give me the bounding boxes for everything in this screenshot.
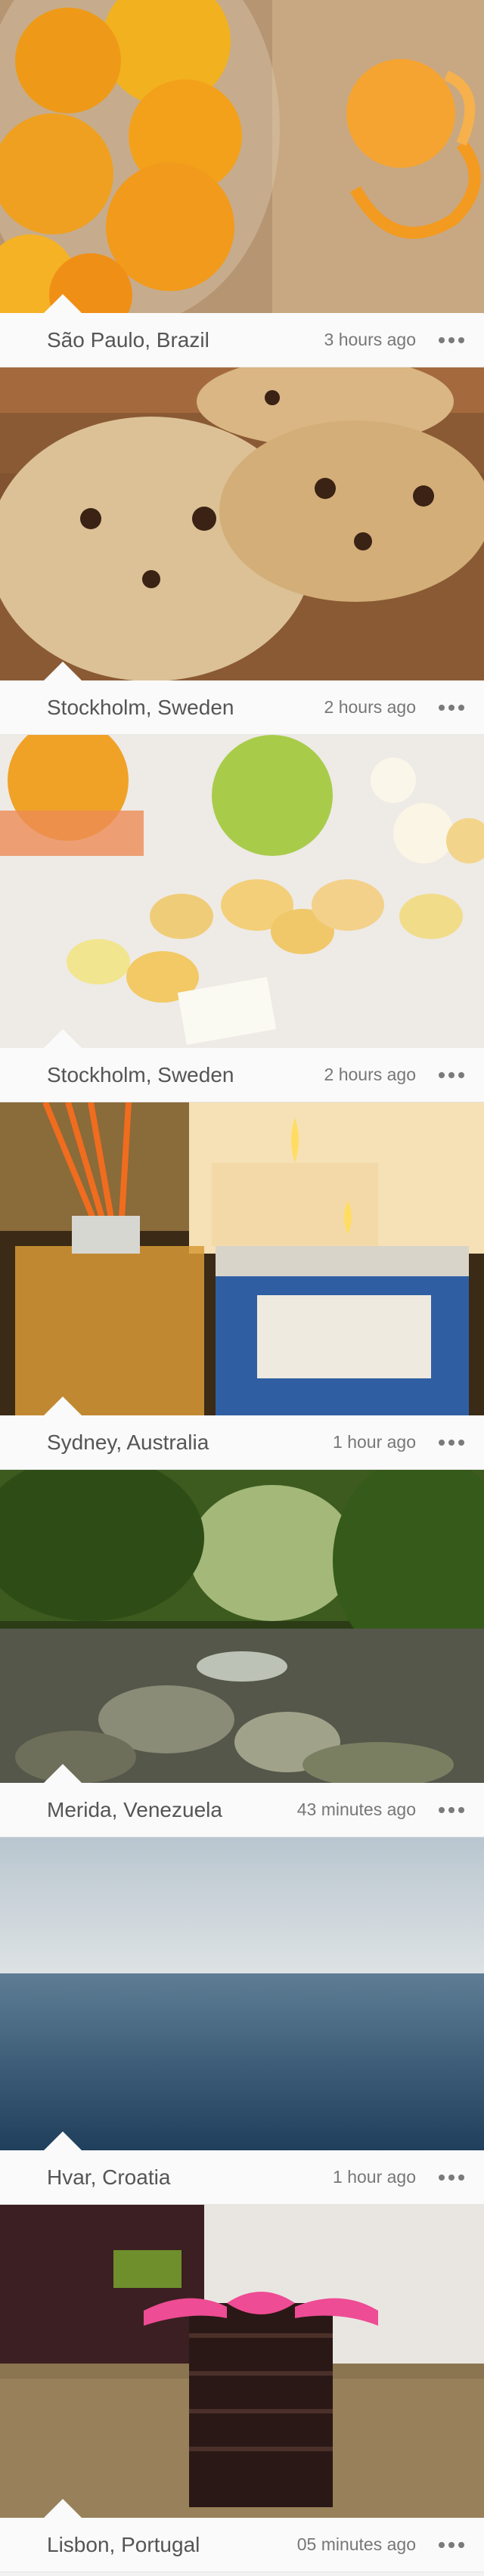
photo-notch <box>43 294 82 313</box>
post-time: 05 minutes ago <box>296 2534 416 2554</box>
post-meta-bar: Merida, Venezuela 43 minutes ago <box>0 1783 484 1837</box>
photo-notch <box>43 2131 82 2150</box>
feed-post: Merida, Venezuela 43 minutes ago <box>0 1470 484 1837</box>
more-dots-icon[interactable] <box>439 336 464 343</box>
photo-notch <box>43 662 82 680</box>
post-photo[interactable] <box>0 1102 484 1415</box>
post-location[interactable]: Lisbon, Portugal <box>47 2533 297 2557</box>
post-time: 43 minutes ago <box>296 1799 416 1819</box>
post-meta-bar: Sydney, Australia 1 hour ago <box>0 1415 484 1470</box>
post-meta-bar: São Paulo, Brazil 3 hours ago <box>0 313 484 367</box>
post-time: 1 hour ago <box>333 2167 416 2187</box>
post-photo[interactable] <box>0 1837 484 2150</box>
post-meta-bar: Lisbon, Portugal 05 minutes ago <box>0 2518 484 2572</box>
photo-notch <box>43 1029 82 1048</box>
more-dots-icon[interactable] <box>439 1806 464 1813</box>
post-location[interactable]: Sydney, Australia <box>47 1431 333 1455</box>
more-dots-icon[interactable] <box>439 1439 464 1446</box>
post-time: 2 hours ago <box>324 1065 416 1084</box>
candles-photo <box>0 735 484 1048</box>
post-meta-bar: Stockholm, Sweden 2 hours ago <box>0 680 484 735</box>
post-photo[interactable] <box>0 2205 484 2518</box>
more-dots-icon[interactable] <box>439 704 464 711</box>
feed-post: Stockholm, Sweden 2 hours ago <box>0 735 484 1102</box>
post-photo[interactable] <box>0 0 484 313</box>
feed-post: Hvar, Croatia 1 hour ago <box>0 1837 484 2205</box>
photo-feed: São Paulo, Brazil 3 hours ago Stockholm,… <box>0 0 484 2576</box>
post-meta-bar: Hvar, Croatia 1 hour ago <box>0 2150 484 2205</box>
diffuser-candle-photo <box>0 1102 484 1415</box>
more-dots-icon[interactable] <box>439 1071 464 1078</box>
feed-post: São Paulo, Brazil 3 hours ago <box>0 0 484 367</box>
post-photo[interactable] <box>0 735 484 1048</box>
post-meta-bar: Stockholm, Sweden 2 hours ago <box>0 1048 484 1102</box>
sea-horizon-photo <box>0 1837 484 2150</box>
post-photo[interactable] <box>0 1470 484 1783</box>
photo-notch <box>43 1764 82 1783</box>
photo-notch <box>43 1396 82 1415</box>
post-location[interactable]: São Paulo, Brazil <box>47 328 324 352</box>
post-photo[interactable] <box>0 367 484 680</box>
post-time: 2 hours ago <box>324 697 416 717</box>
feed-post: Stockholm, Sweden 2 hours ago <box>0 367 484 735</box>
post-location[interactable]: Stockholm, Sweden <box>47 696 324 720</box>
photo-notch <box>43 2499 82 2518</box>
jungle-stream-photo <box>0 1470 484 1783</box>
post-time: 3 hours ago <box>324 330 416 349</box>
cookies-photo <box>0 367 484 680</box>
more-dots-icon[interactable] <box>439 2174 464 2181</box>
feed-post: Sydney, Australia 1 hour ago <box>0 1102 484 1470</box>
more-dots-icon[interactable] <box>439 2541 464 2548</box>
feed-post: Lisbon, Portugal 05 minutes ago <box>0 2205 484 2572</box>
post-time: 1 hour ago <box>333 1432 416 1452</box>
oranges-photo <box>0 0 484 313</box>
post-location[interactable]: Stockholm, Sweden <box>47 1063 324 1087</box>
post-location[interactable]: Merida, Venezuela <box>47 1798 297 1822</box>
post-location[interactable]: Hvar, Croatia <box>47 2165 333 2190</box>
chocolate-stack-photo <box>0 2205 484 2518</box>
